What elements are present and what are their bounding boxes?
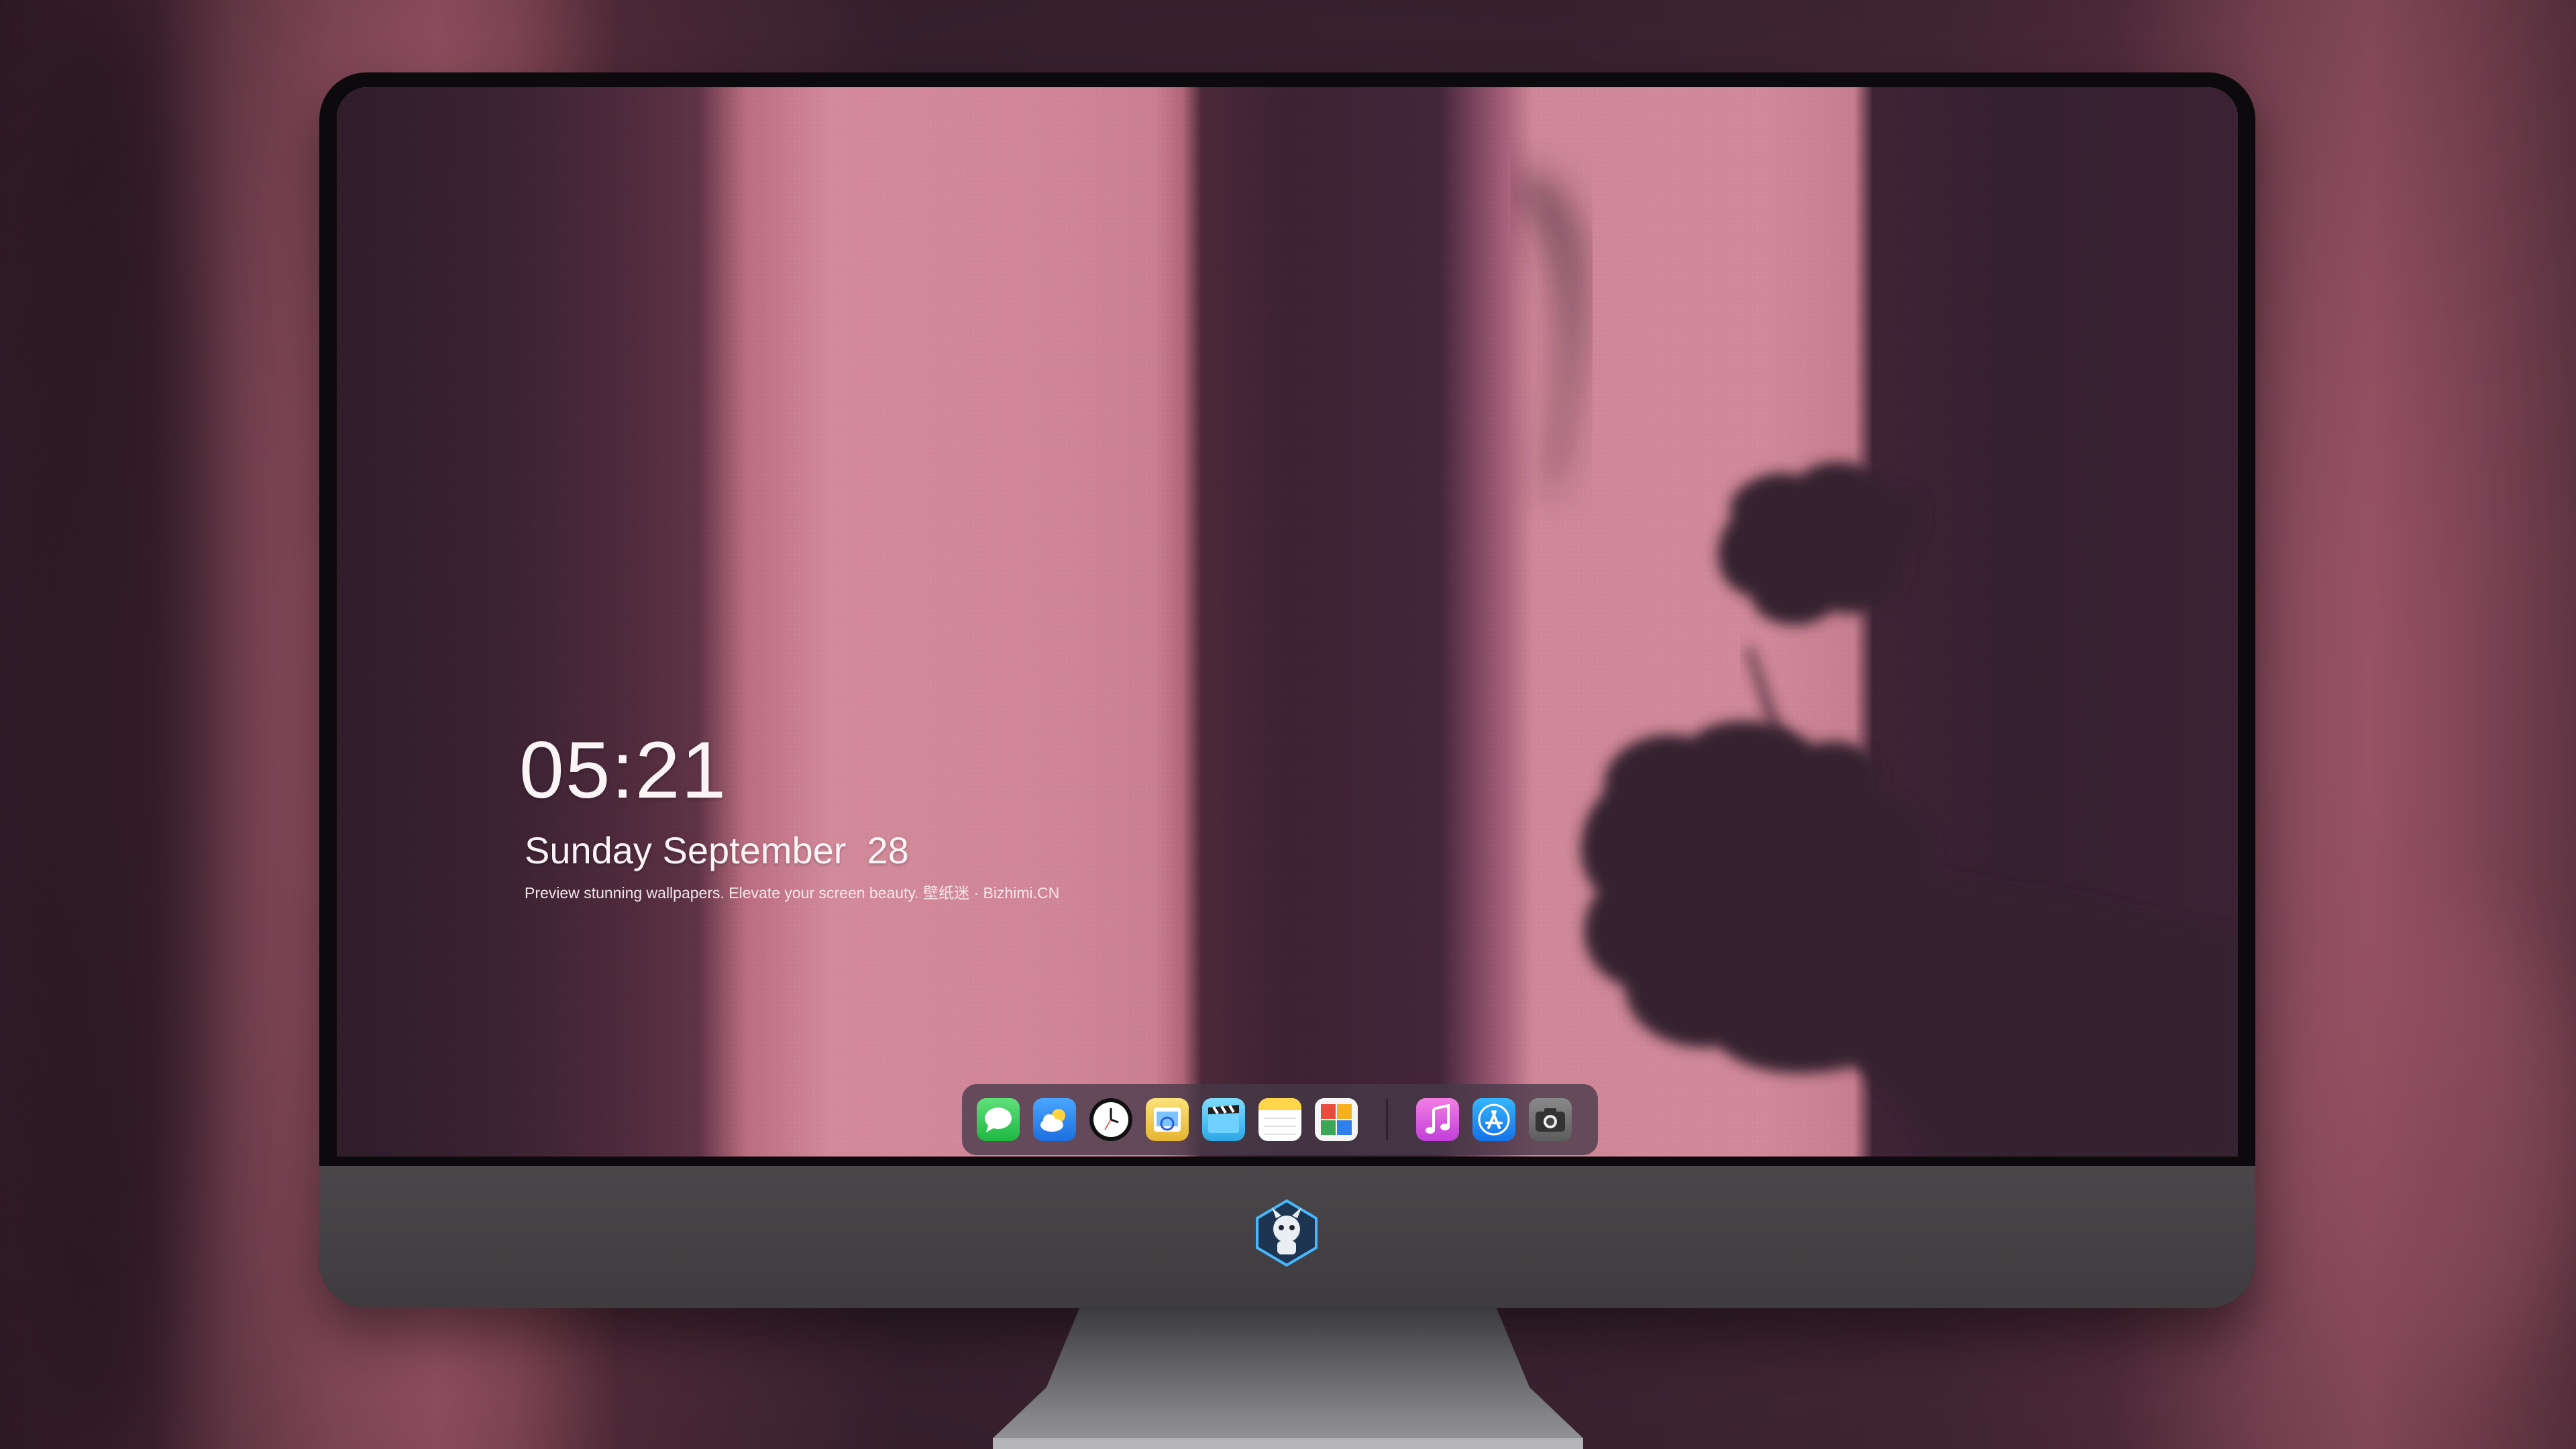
notes-icon[interactable] xyxy=(1258,1098,1301,1141)
lockscreen-caption: Preview stunning wallpapers. Elevate you… xyxy=(525,884,1060,902)
itunes-icon[interactable] xyxy=(1416,1098,1459,1141)
dock xyxy=(962,1084,1598,1155)
desktop-screen: 05:21 Sunday September 28 Preview stunni… xyxy=(337,87,2238,1157)
weather-icon[interactable] xyxy=(1033,1098,1076,1141)
monitor: 05:21 Sunday September 28 Preview stunni… xyxy=(319,72,2255,1308)
monitor-chin xyxy=(319,1166,2255,1308)
dock-separator xyxy=(1386,1099,1388,1140)
preview-icon[interactable] xyxy=(1146,1098,1189,1141)
monitor-stand xyxy=(993,1307,1583,1449)
clips-icon[interactable] xyxy=(1202,1098,1245,1141)
messages-icon[interactable] xyxy=(977,1098,1020,1141)
screenshot-icon[interactable] xyxy=(1529,1098,1572,1141)
lockscreen-clock: 05:21 xyxy=(519,725,728,815)
mascot-logo-icon xyxy=(1256,1199,1318,1267)
clock-icon[interactable] xyxy=(1089,1098,1132,1141)
flower-shadow-graphic xyxy=(1517,168,2238,1157)
lockscreen-date: Sunday September 28 xyxy=(525,829,909,871)
app-store-icon[interactable] xyxy=(1472,1098,1515,1141)
photo-booth-icon[interactable] xyxy=(1315,1098,1358,1141)
